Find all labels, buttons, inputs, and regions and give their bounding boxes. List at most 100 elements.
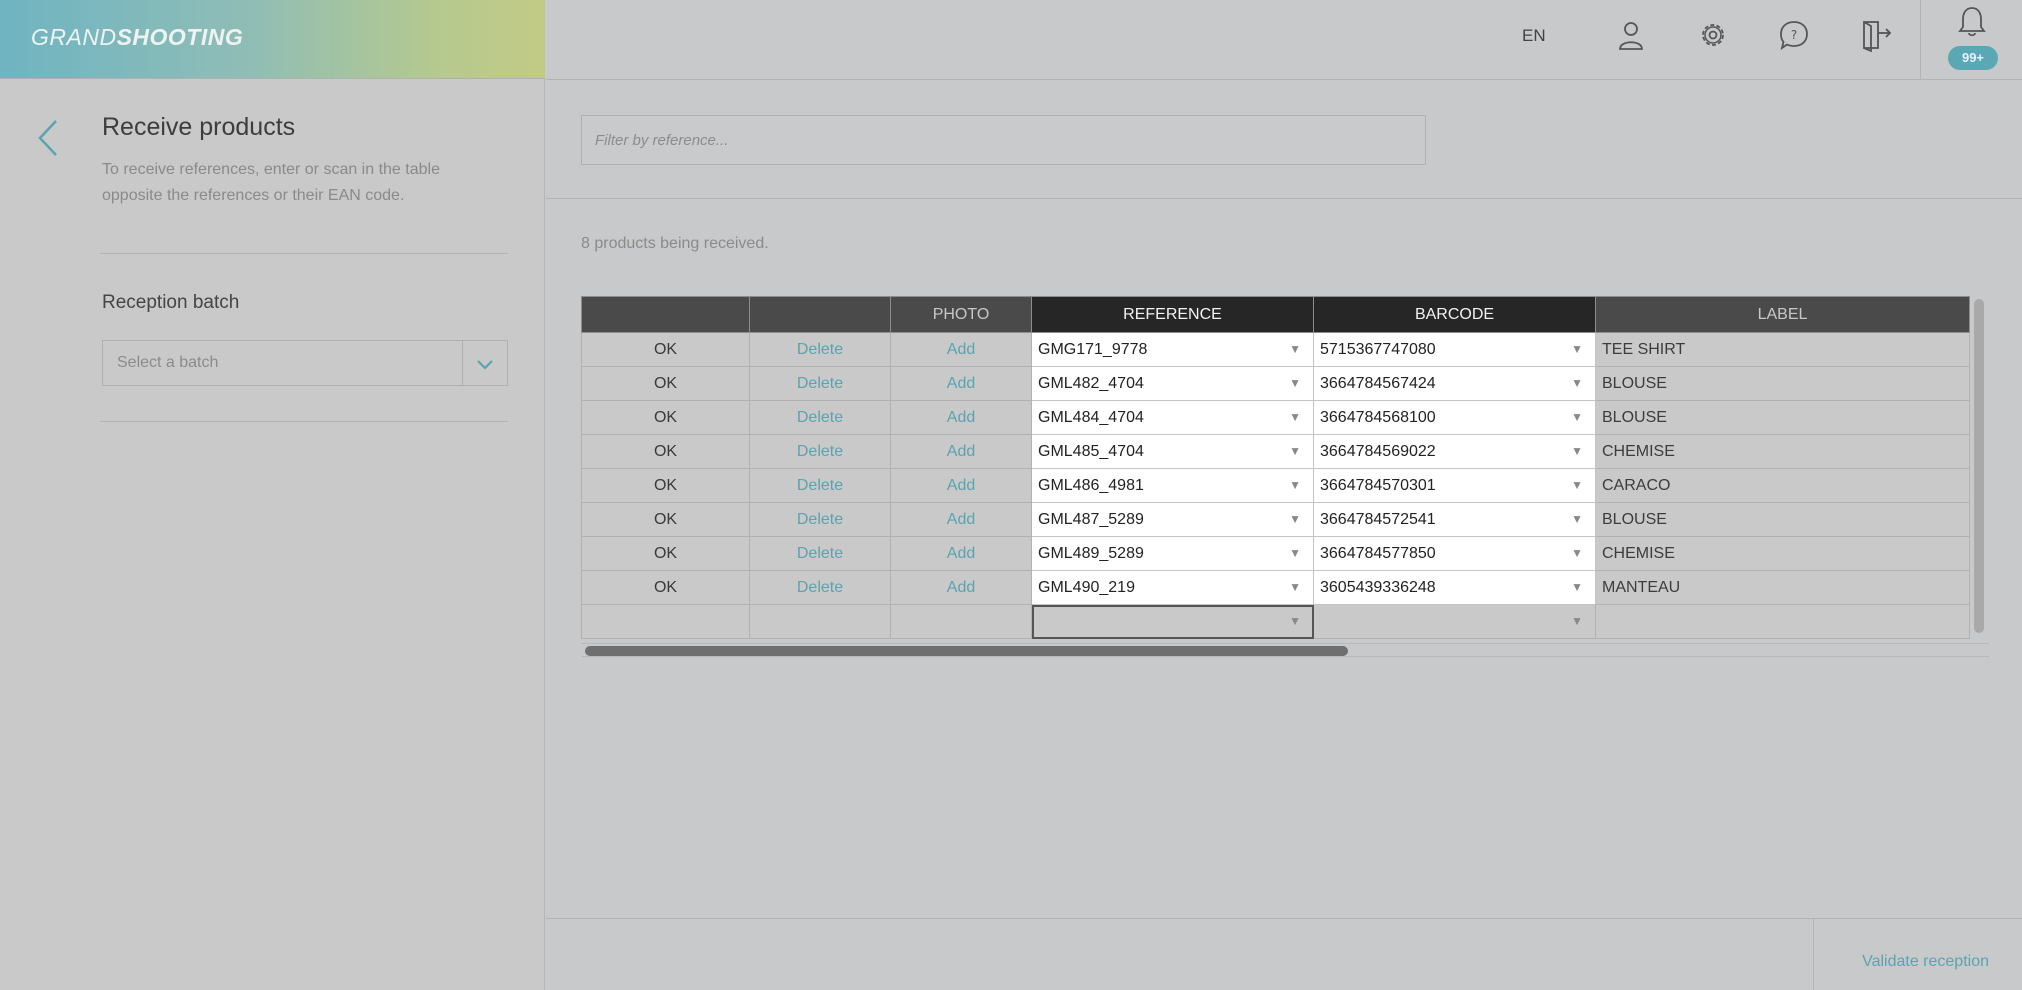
dropdown-arrow-icon[interactable]: ▼: [1571, 410, 1583, 424]
column-header-label[interactable]: LABEL: [1595, 296, 1970, 333]
reference-cell[interactable]: GML485_4704 ▼: [1031, 434, 1314, 469]
dropdown-arrow-icon[interactable]: ▼: [1571, 614, 1583, 628]
reference-value: GML482_4704: [1038, 374, 1144, 392]
delete-link[interactable]: Delete: [749, 502, 891, 537]
notifications[interactable]: 99+: [1920, 0, 2022, 80]
products-count: 8 products being received.: [581, 235, 769, 252]
barcode-cell[interactable]: 3664784572541 ▼: [1313, 502, 1596, 537]
barcode-value: 5715367747080: [1320, 340, 1436, 358]
barcode-cell[interactable]: 3664784567424 ▼: [1313, 366, 1596, 401]
dropdown-arrow-icon[interactable]: ▼: [1571, 444, 1583, 458]
brand-logo-bar[interactable]: GRANDSHOOTING: [0, 0, 545, 79]
status-cell: OK: [581, 570, 750, 605]
reference-value: GML486_4981: [1038, 476, 1144, 494]
add-photo-link[interactable]: Add: [890, 570, 1032, 605]
add-photo-link[interactable]: Add: [890, 400, 1032, 435]
dropdown-arrow-icon[interactable]: ▼: [1289, 410, 1301, 424]
barcode-value: 3664784568100: [1320, 408, 1436, 426]
dropdown-arrow-icon[interactable]: ▼: [1289, 478, 1301, 492]
reference-cell[interactable]: GML489_5289 ▼: [1031, 536, 1314, 571]
new-barcode-input-cell[interactable]: ▼: [1313, 604, 1596, 639]
dropdown-arrow-icon[interactable]: ▼: [1289, 342, 1301, 356]
reference-cell[interactable]: GMG171_9778 ▼: [1031, 332, 1314, 367]
add-photo-link[interactable]: Add: [890, 366, 1032, 401]
back-arrow-icon[interactable]: [32, 118, 64, 158]
add-photo-link[interactable]: Add: [890, 332, 1032, 367]
batch-dropdown-button[interactable]: [462, 341, 507, 385]
column-header-delete: [749, 296, 891, 333]
status-cell: OK: [581, 536, 750, 571]
barcode-value: 3664784569022: [1320, 442, 1436, 460]
settings-gear-icon[interactable]: [1696, 18, 1730, 52]
table-row: OK Delete Add GML490_219 ▼ 3605439336248 ▼…: [581, 570, 1970, 605]
label-cell: BLOUSE: [1595, 502, 1970, 537]
reference-cell[interactable]: GML484_4704 ▼: [1031, 400, 1314, 435]
dropdown-arrow-icon[interactable]: ▼: [1289, 512, 1301, 526]
delete-link[interactable]: Delete: [749, 400, 891, 435]
dropdown-arrow-icon[interactable]: ▼: [1289, 444, 1301, 458]
filter-input[interactable]: [581, 115, 1426, 165]
top-bar: EN ? 99+: [546, 0, 2022, 80]
user-icon[interactable]: [1614, 18, 1648, 52]
table-row: OK Delete Add GML482_4704 ▼ 3664784567424…: [581, 366, 1970, 401]
barcode-value: 3664784567424: [1320, 374, 1436, 392]
validate-reception-button[interactable]: Validate reception: [1862, 953, 1989, 971]
dropdown-arrow-icon[interactable]: ▼: [1289, 376, 1301, 390]
barcode-cell[interactable]: 3664784570301 ▼: [1313, 468, 1596, 503]
empty-label-cell: [1595, 604, 1970, 639]
delete-link[interactable]: Delete: [749, 366, 891, 401]
status-cell: OK: [581, 366, 750, 401]
help-bubble-icon[interactable]: ?: [1777, 18, 1811, 52]
reference-cell[interactable]: GML487_5289 ▼: [1031, 502, 1314, 537]
reference-cell[interactable]: GML482_4704 ▼: [1031, 366, 1314, 401]
bell-icon[interactable]: [1957, 5, 1987, 37]
vertical-scrollbar[interactable]: [1974, 299, 1984, 633]
delete-link[interactable]: Delete: [749, 332, 891, 367]
dropdown-arrow-icon[interactable]: ▼: [1289, 580, 1301, 594]
products-table: PHOTO REFERENCE BARCODE LABEL OK Delete …: [581, 296, 1970, 639]
filter-bar: [546, 80, 2022, 199]
reference-cell[interactable]: GML490_219 ▼: [1031, 570, 1314, 605]
reference-value: GML484_4704: [1038, 408, 1144, 426]
dropdown-arrow-icon[interactable]: ▼: [1571, 342, 1583, 356]
barcode-cell[interactable]: 3664784568100 ▼: [1313, 400, 1596, 435]
dropdown-arrow-icon[interactable]: ▼: [1289, 546, 1301, 560]
footer-bar: Validate reception: [546, 918, 2022, 990]
dropdown-arrow-icon[interactable]: ▼: [1289, 614, 1301, 628]
new-reference-input-cell[interactable]: ▼: [1031, 604, 1314, 639]
reception-batch-select[interactable]: Select a batch: [102, 340, 508, 386]
reference-cell[interactable]: GML486_4981 ▼: [1031, 468, 1314, 503]
dropdown-arrow-icon[interactable]: ▼: [1571, 580, 1583, 594]
delete-link[interactable]: Delete: [749, 468, 891, 503]
horizontal-scrollbar[interactable]: [585, 646, 1348, 656]
delete-link[interactable]: Delete: [749, 570, 891, 605]
empty-status-cell: [581, 604, 750, 639]
delete-link[interactable]: Delete: [749, 434, 891, 469]
table-header-row: PHOTO REFERENCE BARCODE LABEL: [581, 296, 1970, 333]
barcode-cell[interactable]: 3605439336248 ▼: [1313, 570, 1596, 605]
column-header-reference[interactable]: REFERENCE: [1031, 296, 1314, 333]
column-header-photo[interactable]: PHOTO: [890, 296, 1032, 333]
dropdown-arrow-icon[interactable]: ▼: [1571, 376, 1583, 390]
dropdown-arrow-icon[interactable]: ▼: [1571, 512, 1583, 526]
dropdown-arrow-icon[interactable]: ▼: [1571, 546, 1583, 560]
barcode-value: 3664784572541: [1320, 510, 1436, 528]
barcode-value: 3605439336248: [1320, 578, 1436, 596]
barcode-cell[interactable]: 3664784569022 ▼: [1313, 434, 1596, 469]
column-header-barcode[interactable]: BARCODE: [1313, 296, 1596, 333]
status-cell: OK: [581, 434, 750, 469]
label-cell: CHEMISE: [1595, 536, 1970, 571]
dropdown-arrow-icon[interactable]: ▼: [1571, 478, 1583, 492]
add-photo-link[interactable]: Add: [890, 536, 1032, 571]
reception-batch-label: Reception batch: [102, 292, 240, 313]
add-photo-link[interactable]: Add: [890, 468, 1032, 503]
status-cell: OK: [581, 400, 750, 435]
barcode-cell[interactable]: 3664784577850 ▼: [1313, 536, 1596, 571]
reference-value: GML487_5289: [1038, 510, 1144, 528]
logout-door-icon[interactable]: [1859, 18, 1893, 52]
language-selector[interactable]: EN: [1522, 26, 1546, 46]
add-photo-link[interactable]: Add: [890, 434, 1032, 469]
delete-link[interactable]: Delete: [749, 536, 891, 571]
add-photo-link[interactable]: Add: [890, 502, 1032, 537]
barcode-cell[interactable]: 5715367747080 ▼: [1313, 332, 1596, 367]
